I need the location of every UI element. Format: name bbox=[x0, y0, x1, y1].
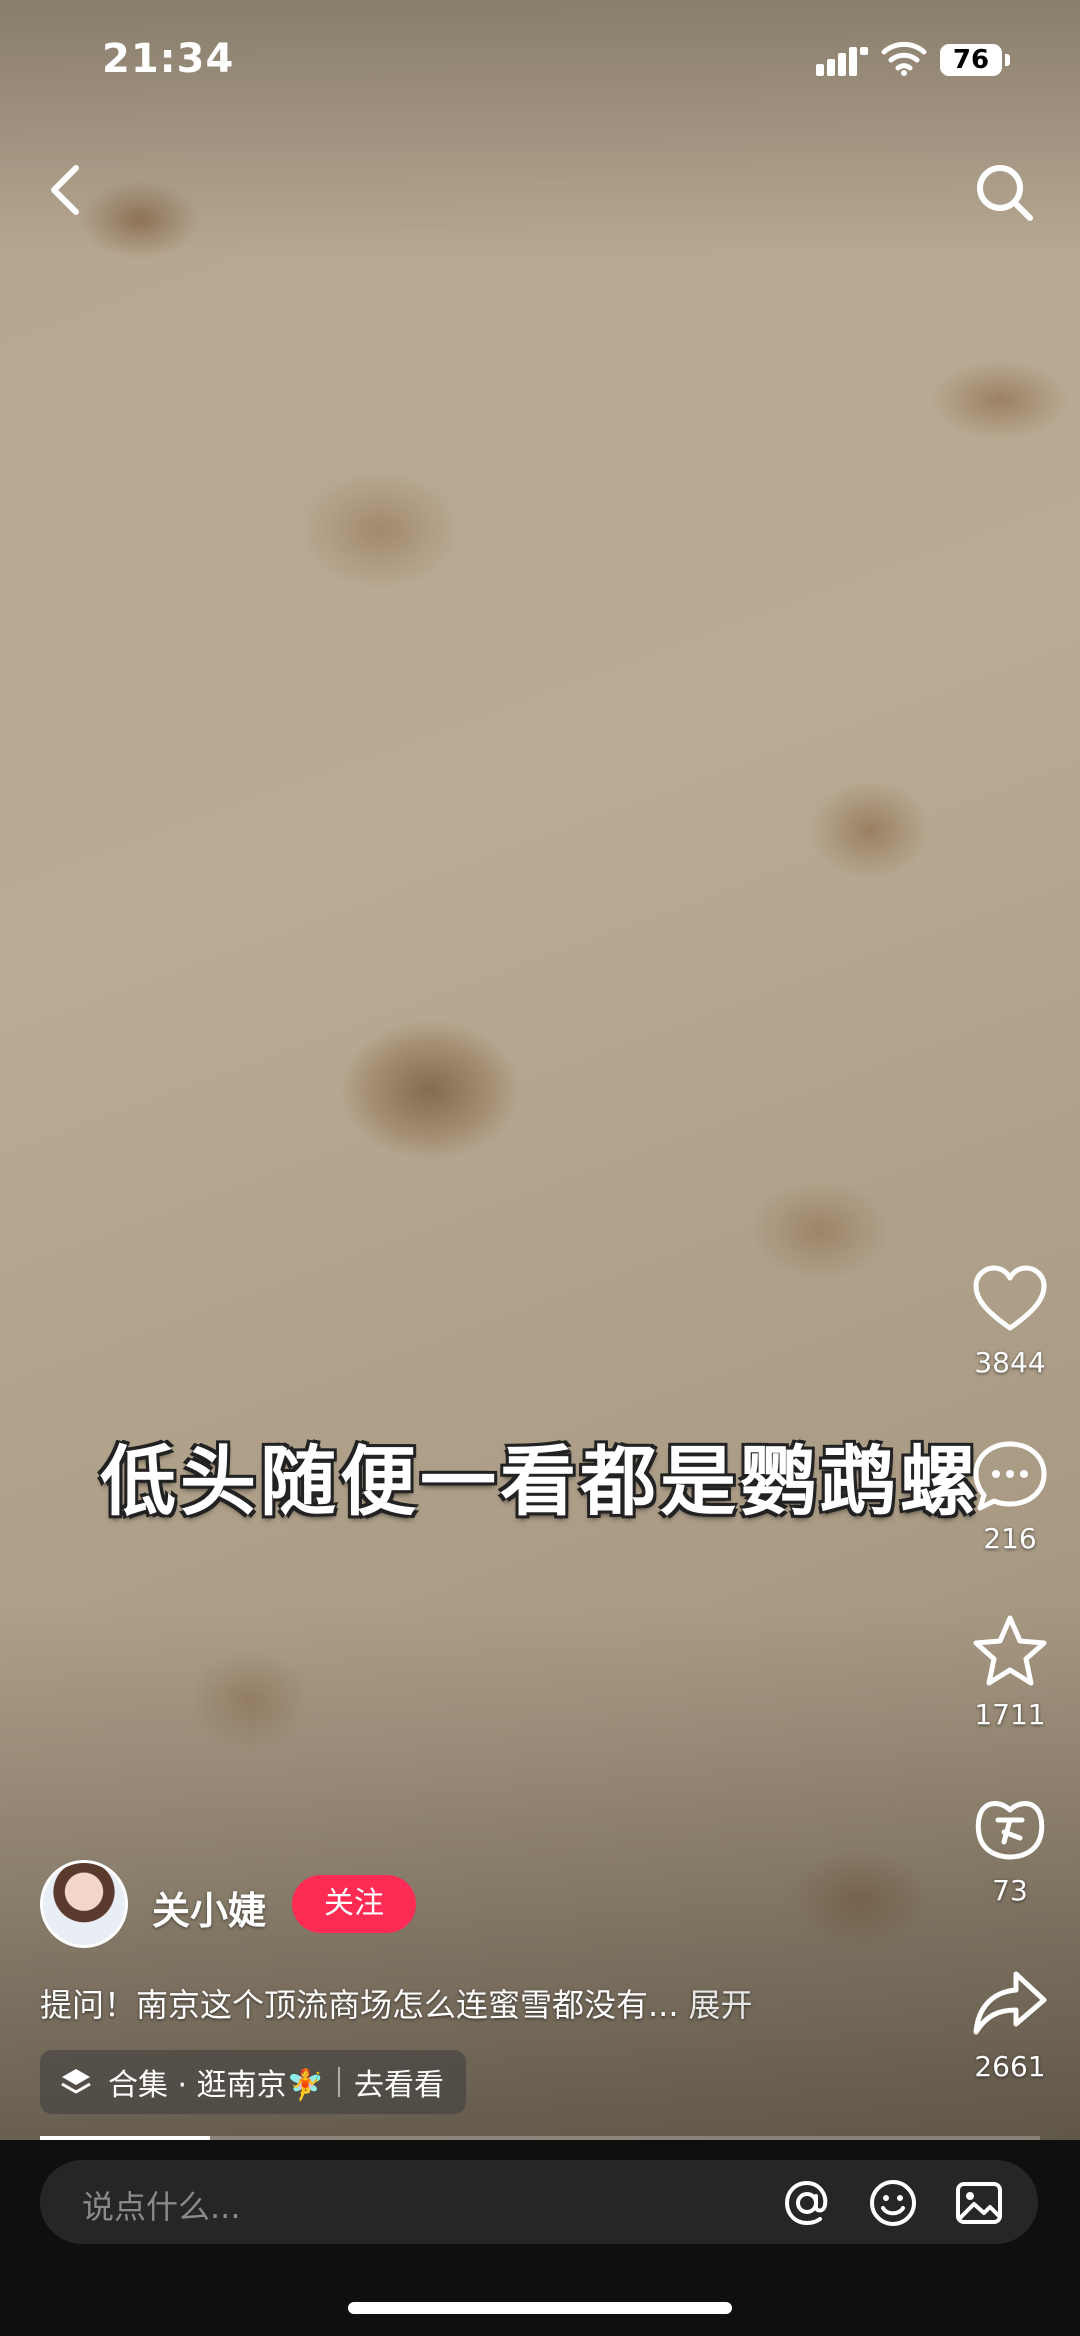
status-time: 21:34 bbox=[102, 36, 235, 82]
cellular-signal-icon bbox=[816, 47, 868, 76]
mention-icon[interactable] bbox=[780, 2176, 834, 2230]
comment-placeholder: 说点什么... bbox=[82, 2188, 241, 2226]
battery-indicator: 76 bbox=[940, 44, 1010, 76]
comment-bubble-icon bbox=[973, 1441, 1047, 1511]
layers-icon bbox=[61, 2069, 91, 2094]
collection-chip[interactable]: 合集 · 逛南京🧚 去看看 bbox=[40, 2050, 466, 2114]
video-player[interactable] bbox=[0, 0, 1080, 2140]
emoji-icon[interactable] bbox=[866, 2176, 920, 2230]
gift-count: 73 bbox=[992, 1874, 1028, 1907]
gift-sticker-icon bbox=[975, 1801, 1045, 1860]
image-icon[interactable] bbox=[952, 2176, 1006, 2230]
comment-bar: 说点什么... bbox=[0, 2140, 1080, 2336]
video-screen: 21:34 76 低头随便一看都是鹦鹉螺 3844 216 1711 73 26… bbox=[0, 0, 1080, 2336]
follow-button[interactable]: 关注 bbox=[292, 1875, 416, 1933]
video-subtitle: 低头随便一看都是鹦鹉螺 bbox=[100, 1437, 980, 1526]
like-button[interactable]: 3844 bbox=[960, 1260, 1060, 1379]
video-caption[interactable]: 提问！南京这个顶流商场怎么连蜜雪都没有... 展开 bbox=[40, 1980, 920, 2026]
collection-label: 合集 · 逛南京🧚 bbox=[108, 2068, 324, 2103]
gift-button[interactable]: 73 bbox=[960, 1788, 1060, 1907]
like-count: 3844 bbox=[974, 1346, 1046, 1379]
favorite-count: 1711 bbox=[974, 1698, 1046, 1731]
author-name[interactable]: 关小婕 bbox=[152, 1880, 266, 1935]
wifi-icon bbox=[881, 41, 927, 76]
divider bbox=[337, 2067, 340, 2097]
search-icon[interactable] bbox=[972, 160, 1036, 224]
caption-text: 提问！南京这个顶流商场怎么连蜜雪都没有... bbox=[40, 1986, 679, 2024]
status-bar: 21:34 76 bbox=[0, 0, 1080, 120]
star-icon bbox=[973, 1615, 1047, 1686]
comment-input[interactable]: 说点什么... bbox=[40, 2160, 1038, 2244]
favorite-button[interactable]: 1711 bbox=[960, 1612, 1060, 1731]
share-button[interactable]: 2661 bbox=[960, 1964, 1060, 2083]
home-indicator bbox=[348, 2302, 732, 2314]
expand-caption-link[interactable]: 展开 bbox=[689, 1986, 753, 2024]
share-arrow-icon bbox=[973, 1971, 1047, 2035]
comment-button[interactable]: 216 bbox=[960, 1436, 1060, 1555]
share-count: 2661 bbox=[974, 2050, 1046, 2083]
back-arrow-icon[interactable] bbox=[40, 160, 90, 220]
collection-view-link[interactable]: 去看看 bbox=[354, 2060, 444, 2104]
heart-icon bbox=[973, 1265, 1047, 1331]
comment-count: 216 bbox=[983, 1522, 1037, 1555]
author-avatar[interactable] bbox=[40, 1860, 128, 1948]
